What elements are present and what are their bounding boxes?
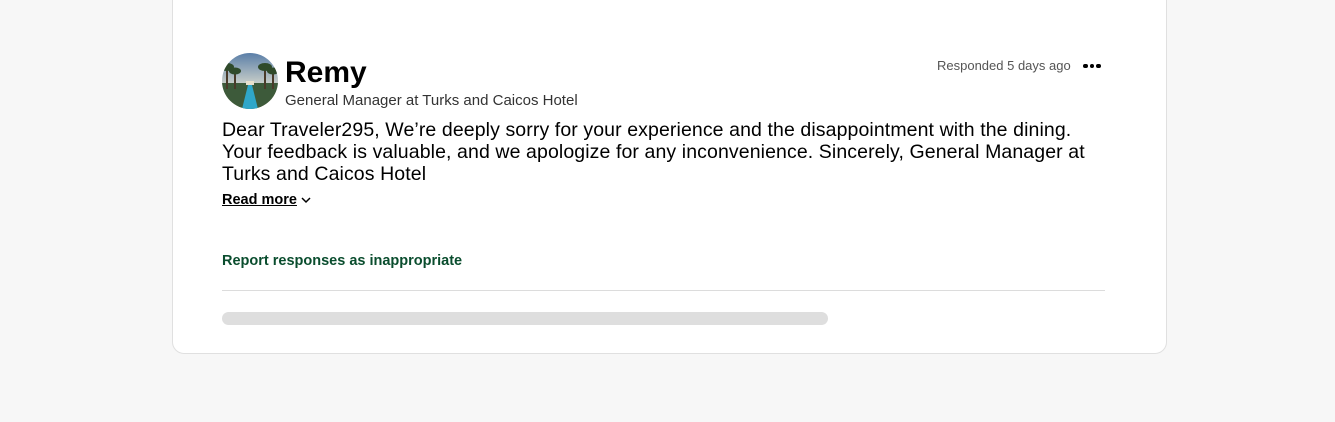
response-body: Dear Traveler295, We’re deeply sorry for… [222,119,1085,185]
author-name: Remy [285,56,367,89]
author-role: General Manager at Turks and Caicos Hote… [285,92,578,109]
avatar [222,53,278,109]
read-more-label: Read more [222,192,297,208]
report-response-link[interactable]: Report responses as inappropriate [222,252,462,270]
read-more-link[interactable]: Read more [222,191,311,209]
loading-skeleton-bar [222,312,828,325]
ellipsis-icon [1089,63,1095,69]
ellipsis-icon [1083,63,1088,69]
ellipsis-icon [1096,63,1101,69]
avatar-image [222,53,278,109]
owner-response-card: Remy General Manager at Turks and Caicos… [172,0,1167,354]
response-timestamp: Responded 5 days ago [937,58,1071,73]
divider [222,290,1105,291]
chevron-down-icon [301,191,311,209]
more-options-button[interactable] [1081,55,1103,77]
